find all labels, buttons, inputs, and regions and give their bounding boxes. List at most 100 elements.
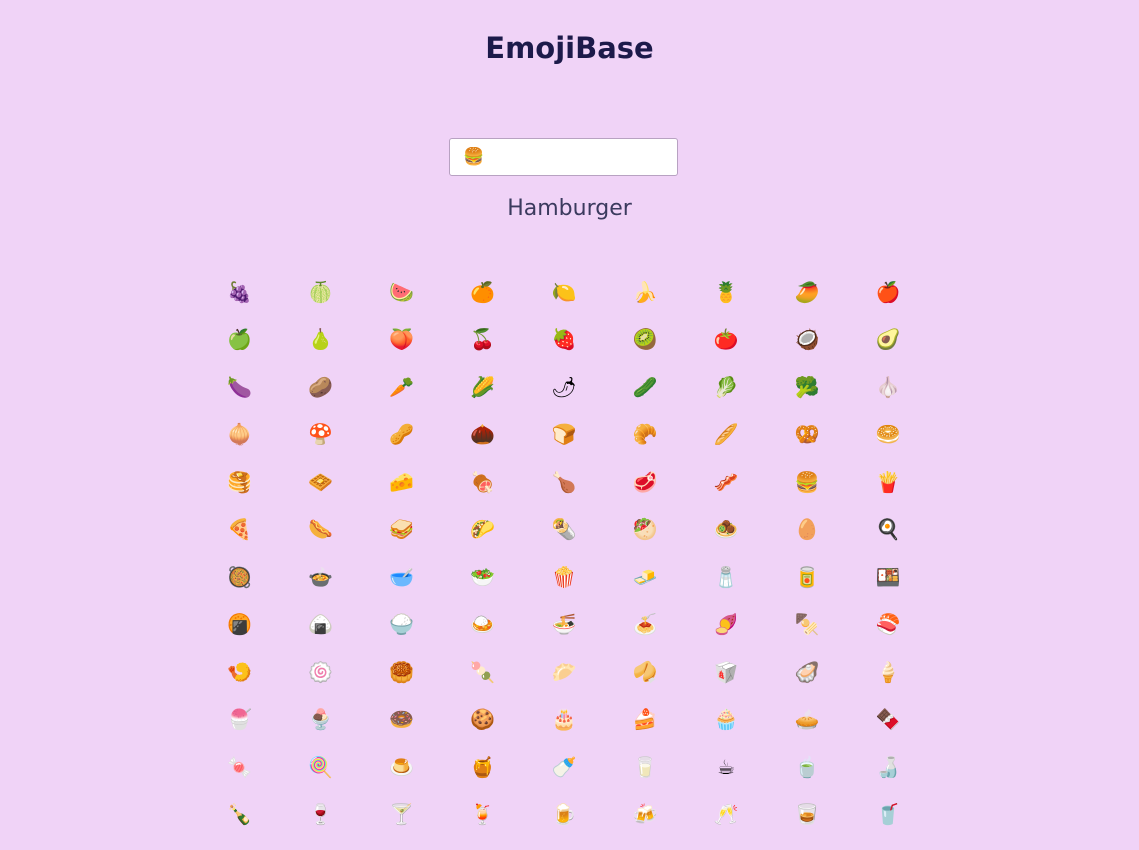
emoji-cell[interactable]: 🍻 <box>604 791 685 839</box>
emoji-cell[interactable]: 🍫 <box>848 696 929 744</box>
emoji-cell[interactable]: 🍹 <box>442 791 523 839</box>
emoji-cell[interactable]: 🥘 <box>199 553 280 601</box>
emoji-cell[interactable]: 🍊 <box>442 268 523 316</box>
emoji-cell[interactable]: 🌯 <box>523 506 604 554</box>
emoji-cell[interactable]: 🍡 <box>442 648 523 696</box>
emoji-cell[interactable]: 🍚 <box>361 601 442 649</box>
emoji-cell[interactable]: 🌶 <box>523 363 604 411</box>
emoji-cell[interactable]: 🥗 <box>442 553 523 601</box>
emoji-cell[interactable]: 🌮 <box>442 506 523 554</box>
emoji-cell[interactable]: 🍢 <box>767 601 848 649</box>
emoji-cell[interactable]: 🍨 <box>280 696 361 744</box>
emoji-cell[interactable]: 🍓 <box>523 316 604 364</box>
emoji-cell[interactable]: 🍙 <box>280 601 361 649</box>
emoji-cell[interactable]: 🍐 <box>280 316 361 364</box>
emoji-cell[interactable]: 🧅 <box>199 411 280 459</box>
emoji-cell[interactable]: 🧆 <box>686 506 767 554</box>
emoji-cell[interactable]: 🥮 <box>361 648 442 696</box>
emoji-cell[interactable]: 🥯 <box>848 411 929 459</box>
emoji-cell[interactable]: 🍧 <box>199 696 280 744</box>
emoji-cell[interactable]: 🧂 <box>686 553 767 601</box>
emoji-cell[interactable]: 🍕 <box>199 506 280 554</box>
emoji-cell[interactable]: 🥪 <box>361 506 442 554</box>
emoji-cell[interactable]: 🍾 <box>199 791 280 839</box>
emoji-cell[interactable]: 🍶 <box>848 743 929 791</box>
emoji-cell[interactable]: 🍔 <box>767 458 848 506</box>
emoji-cell[interactable]: 🍬 <box>199 743 280 791</box>
emoji-cell[interactable]: 🥩 <box>604 458 685 506</box>
emoji-cell[interactable]: 🥬 <box>686 363 767 411</box>
emoji-cell[interactable]: 🥑 <box>848 316 929 364</box>
emoji-cell[interactable]: 🥫 <box>767 553 848 601</box>
emoji-cell[interactable]: 🌰 <box>442 411 523 459</box>
emoji-cell[interactable]: 🍌 <box>604 268 685 316</box>
emoji-cell[interactable]: 🥭 <box>767 268 848 316</box>
emoji-cell[interactable]: 🍜 <box>523 601 604 649</box>
emoji-cell[interactable]: 🦪 <box>767 648 848 696</box>
emoji-cell[interactable]: 🥜 <box>361 411 442 459</box>
emoji-cell[interactable]: 🥕 <box>361 363 442 411</box>
emoji-cell[interactable]: 🍦 <box>848 648 929 696</box>
emoji-cell[interactable]: 🥧 <box>767 696 848 744</box>
emoji-cell[interactable]: 🍝 <box>604 601 685 649</box>
emoji-cell[interactable]: 🥡 <box>686 648 767 696</box>
emoji-cell[interactable]: 🧁 <box>686 696 767 744</box>
emoji-cell[interactable]: 🍘 <box>199 601 280 649</box>
emoji-cell[interactable]: 🧇 <box>280 458 361 506</box>
emoji-cell[interactable]: 🥐 <box>604 411 685 459</box>
emoji-cell[interactable]: 🍭 <box>280 743 361 791</box>
emoji-cell[interactable]: 🍳 <box>848 506 929 554</box>
emoji-cell[interactable]: 🍅 <box>686 316 767 364</box>
emoji-cell[interactable]: 🍣 <box>848 601 929 649</box>
emoji-cell[interactable]: 🥥 <box>767 316 848 364</box>
emoji-cell[interactable]: 🍷 <box>280 791 361 839</box>
emoji-cell[interactable]: 🍗 <box>523 458 604 506</box>
emoji-cell[interactable]: 🍰 <box>604 696 685 744</box>
emoji-cell[interactable]: 🍑 <box>361 316 442 364</box>
emoji-cell[interactable]: 🥙 <box>604 506 685 554</box>
emoji-cell[interactable]: 🥞 <box>199 458 280 506</box>
emoji-cell[interactable]: 🍲 <box>280 553 361 601</box>
emoji-cell[interactable]: 🍼 <box>523 743 604 791</box>
emoji-cell[interactable]: 🍸 <box>361 791 442 839</box>
emoji-cell[interactable]: 🍒 <box>442 316 523 364</box>
emoji-cell[interactable]: 🍈 <box>280 268 361 316</box>
emoji-cell[interactable]: 🍱 <box>848 553 929 601</box>
emoji-cell[interactable]: 🍟 <box>848 458 929 506</box>
emoji-cell[interactable]: 🍤 <box>199 648 280 696</box>
emoji-cell[interactable]: 🍯 <box>442 743 523 791</box>
emoji-cell[interactable]: 🥚 <box>767 506 848 554</box>
emoji-cell[interactable]: 🥂 <box>686 791 767 839</box>
emoji-cell[interactable]: 🍿 <box>523 553 604 601</box>
emoji-cell[interactable]: 🍮 <box>361 743 442 791</box>
emoji-cell[interactable]: 🍵 <box>767 743 848 791</box>
emoji-cell[interactable]: 🥔 <box>280 363 361 411</box>
emoji-cell[interactable]: 🥨 <box>767 411 848 459</box>
emoji-cell[interactable]: 🍇 <box>199 268 280 316</box>
emoji-cell[interactable]: 🥃 <box>767 791 848 839</box>
emoji-cell[interactable]: 🍖 <box>442 458 523 506</box>
emoji-cell[interactable]: 🍎 <box>848 268 929 316</box>
search-input[interactable] <box>463 147 663 167</box>
emoji-cell[interactable]: 🌭 <box>280 506 361 554</box>
emoji-cell[interactable]: 🧄 <box>848 363 929 411</box>
emoji-cell[interactable]: 🍩 <box>361 696 442 744</box>
emoji-cell[interactable]: 🍪 <box>442 696 523 744</box>
emoji-cell[interactable]: 🥓 <box>686 458 767 506</box>
emoji-cell[interactable]: 🥠 <box>604 648 685 696</box>
emoji-cell[interactable]: 🥣 <box>361 553 442 601</box>
emoji-cell[interactable]: 🍠 <box>686 601 767 649</box>
emoji-cell[interactable]: 🧈 <box>604 553 685 601</box>
emoji-cell[interactable]: 🍄 <box>280 411 361 459</box>
emoji-cell[interactable]: 🍛 <box>442 601 523 649</box>
emoji-cell[interactable]: 🌽 <box>442 363 523 411</box>
emoji-cell[interactable]: 🥦 <box>767 363 848 411</box>
emoji-cell[interactable]: 🥤 <box>848 791 929 839</box>
emoji-cell[interactable]: 🥒 <box>604 363 685 411</box>
emoji-cell[interactable]: 🍺 <box>523 791 604 839</box>
emoji-cell[interactable]: 🥟 <box>523 648 604 696</box>
emoji-cell[interactable]: 🍥 <box>280 648 361 696</box>
emoji-cell[interactable]: 🧀 <box>361 458 442 506</box>
emoji-cell[interactable]: ☕ <box>686 743 767 791</box>
emoji-cell[interactable]: 🍉 <box>361 268 442 316</box>
